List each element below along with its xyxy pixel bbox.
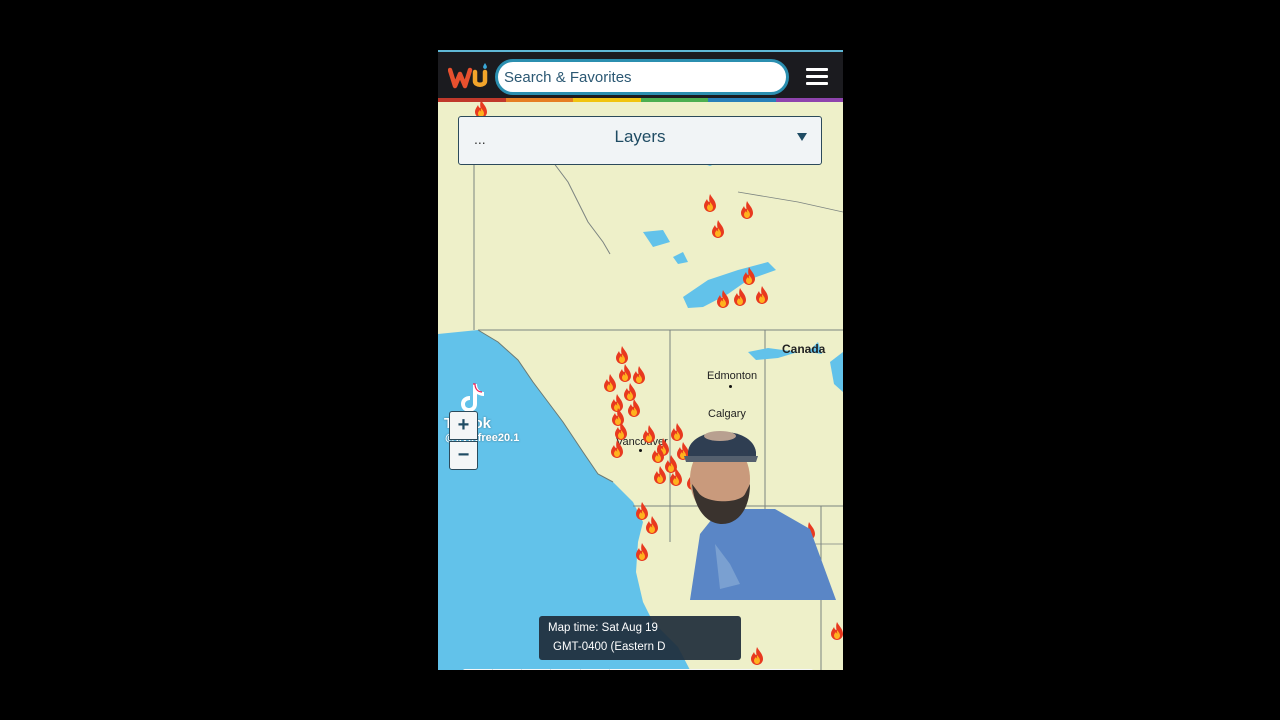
- fire-icon[interactable]: [830, 622, 843, 640]
- timeline-controls: 1x: [463, 669, 813, 670]
- map-time-line1: Map time: Sat Aug 19: [548, 622, 658, 634]
- fire-icon[interactable]: [703, 194, 717, 212]
- map-time-line2: GMT-0400 (Eastern D: [553, 641, 666, 653]
- previous-frame-button[interactable]: [492, 669, 522, 670]
- fire-icon[interactable]: [642, 425, 656, 443]
- fire-icon[interactable]: [750, 647, 764, 665]
- strip-segment: [438, 98, 506, 102]
- fire-icon[interactable]: [716, 290, 730, 308]
- strip-segment: [640, 98, 708, 102]
- strip-segment: [505, 98, 573, 102]
- zoom-out-button[interactable]: −: [449, 441, 478, 470]
- vancouver-dot: [639, 449, 642, 452]
- zoom-in-button[interactable]: +: [449, 411, 478, 440]
- fire-icon[interactable]: [733, 288, 747, 306]
- layers-dropdown[interactable]: ... Layers: [458, 116, 822, 165]
- wu-logo[interactable]: [448, 62, 490, 90]
- search-placeholder: Search & Favorites: [504, 68, 632, 86]
- fire-icon[interactable]: [618, 364, 632, 382]
- hamburger-icon: [806, 68, 828, 71]
- strip-segment: [708, 98, 776, 102]
- fire-icon[interactable]: [742, 267, 756, 285]
- fire-icon[interactable]: [635, 543, 649, 561]
- layers-title: Layers: [614, 127, 666, 146]
- edmonton-dot: [729, 385, 732, 388]
- fire-icon[interactable]: [627, 399, 641, 417]
- fire-icon[interactable]: [711, 220, 725, 238]
- fire-icon[interactable]: [603, 374, 617, 392]
- app-header: Search & Favorites: [438, 50, 843, 98]
- brand-color-strip: [438, 98, 843, 102]
- last-frame-button[interactable]: [580, 669, 610, 670]
- tiktok-icon: [461, 383, 484, 412]
- strip-segment: [573, 98, 641, 102]
- hamburger-menu-button[interactable]: [806, 68, 828, 86]
- fire-icon[interactable]: [740, 201, 754, 219]
- fire-icon[interactable]: [615, 346, 629, 364]
- map-time-tooltip: Map time: Sat Aug 19 GMT-0400 (Eastern D: [539, 616, 741, 660]
- fire-icon[interactable]: [614, 422, 628, 440]
- label-edmonton: Edmonton: [707, 370, 758, 382]
- map[interactable]: Canada Edmonton Vancouver Calgary TikTok…: [438, 100, 843, 670]
- speed-select[interactable]: 1x: [763, 669, 813, 670]
- fire-icon[interactable]: [645, 516, 659, 534]
- phone-screen: Canada Edmonton Vancouver Calgary TikTok…: [438, 50, 843, 670]
- play-button[interactable]: [521, 669, 551, 670]
- first-frame-button[interactable]: [463, 669, 493, 670]
- strip-segment: [775, 98, 843, 102]
- next-frame-button[interactable]: [551, 669, 581, 670]
- chevron-down-icon: [797, 133, 807, 141]
- fire-icon[interactable]: [632, 366, 646, 384]
- label-canada: Canada: [782, 342, 826, 356]
- search-input[interactable]: Search & Favorites: [495, 59, 789, 95]
- presenter-video-overlay: [684, 431, 836, 600]
- fire-icon[interactable]: [755, 286, 769, 304]
- fire-icon[interactable]: [610, 440, 624, 458]
